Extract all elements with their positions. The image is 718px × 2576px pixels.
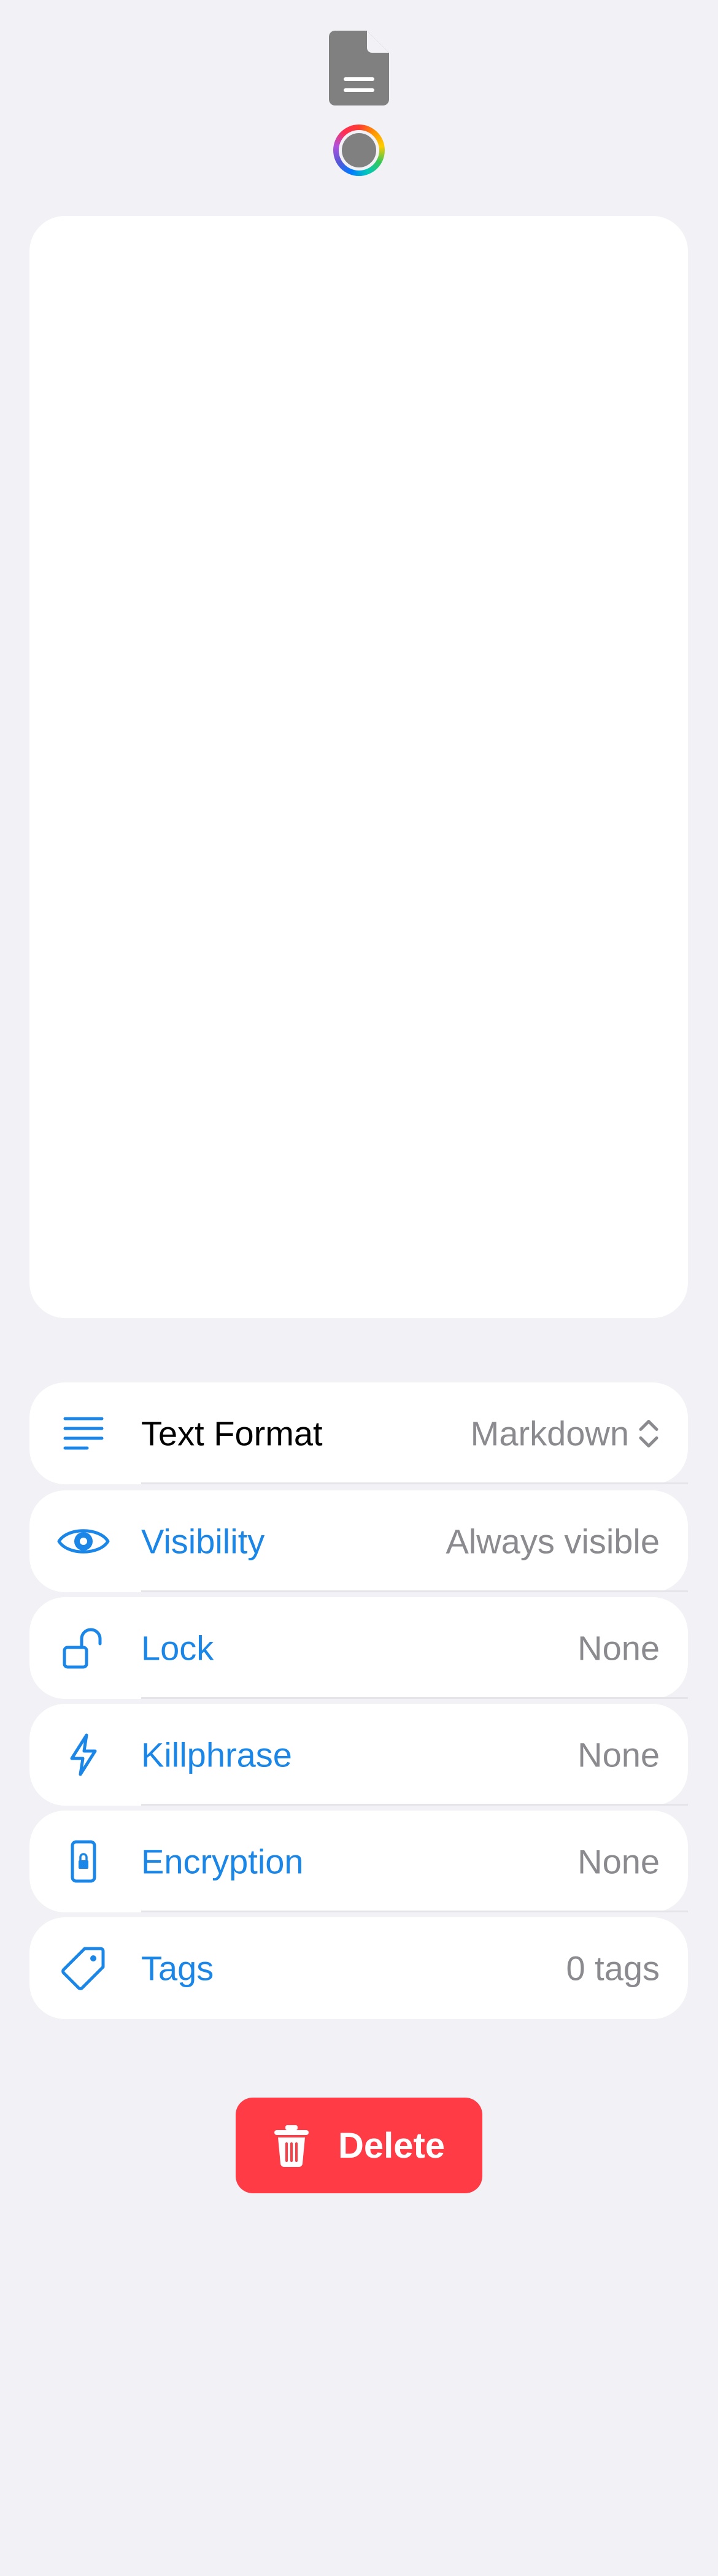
- tag-icon: [56, 1941, 111, 1996]
- killphrase-label: Killphrase: [141, 1735, 292, 1774]
- text-format-label: Text Format: [141, 1414, 323, 1453]
- visibility-value: Always visible: [446, 1522, 660, 1561]
- note-editor[interactable]: [29, 216, 688, 1318]
- row-divider: [141, 1911, 688, 1912]
- row-divider: [141, 1804, 688, 1806]
- color-picker-button[interactable]: [333, 125, 385, 176]
- encrypted-phone-icon: [56, 1834, 111, 1889]
- delete-label: Delete: [338, 2125, 446, 2166]
- color-ring-icon: [342, 133, 376, 167]
- document-icon: [329, 31, 389, 105]
- lightning-icon: [56, 1727, 111, 1782]
- encryption-value: None: [577, 1842, 660, 1881]
- visibility-row[interactable]: Visibility Always visible: [29, 1490, 688, 1592]
- eye-icon: [56, 1514, 111, 1569]
- chevron-up-down-icon: [639, 1419, 658, 1447]
- row-divider: [141, 1697, 688, 1699]
- encryption-row[interactable]: Encryption None: [29, 1811, 688, 1912]
- text-format-row[interactable]: Text Format Markdown: [29, 1382, 688, 1484]
- lock-value: None: [577, 1628, 660, 1668]
- note-settings-screen: Text Format Markdown Visibility Always v…: [0, 0, 718, 2576]
- delete-button[interactable]: Delete: [236, 2098, 482, 2193]
- lock-label: Lock: [141, 1628, 214, 1668]
- killphrase-row[interactable]: Killphrase None: [29, 1704, 688, 1806]
- tags-row[interactable]: Tags 0 tags: [29, 1917, 688, 2019]
- unlock-icon: [56, 1620, 111, 1676]
- row-divider: [141, 1482, 688, 1484]
- text-lines-icon: [56, 1406, 111, 1461]
- tags-value: 0 tags: [566, 1949, 660, 1988]
- text-format-value: Markdown: [470, 1414, 629, 1453]
- trash-icon: [274, 2125, 309, 2167]
- row-divider: [141, 1590, 688, 1592]
- tags-label: Tags: [141, 1949, 214, 1988]
- lock-row[interactable]: Lock None: [29, 1597, 688, 1699]
- killphrase-value: None: [577, 1735, 660, 1774]
- visibility-label: Visibility: [141, 1522, 265, 1561]
- encryption-label: Encryption: [141, 1842, 304, 1881]
- text-format-selector[interactable]: Markdown: [471, 1414, 660, 1454]
